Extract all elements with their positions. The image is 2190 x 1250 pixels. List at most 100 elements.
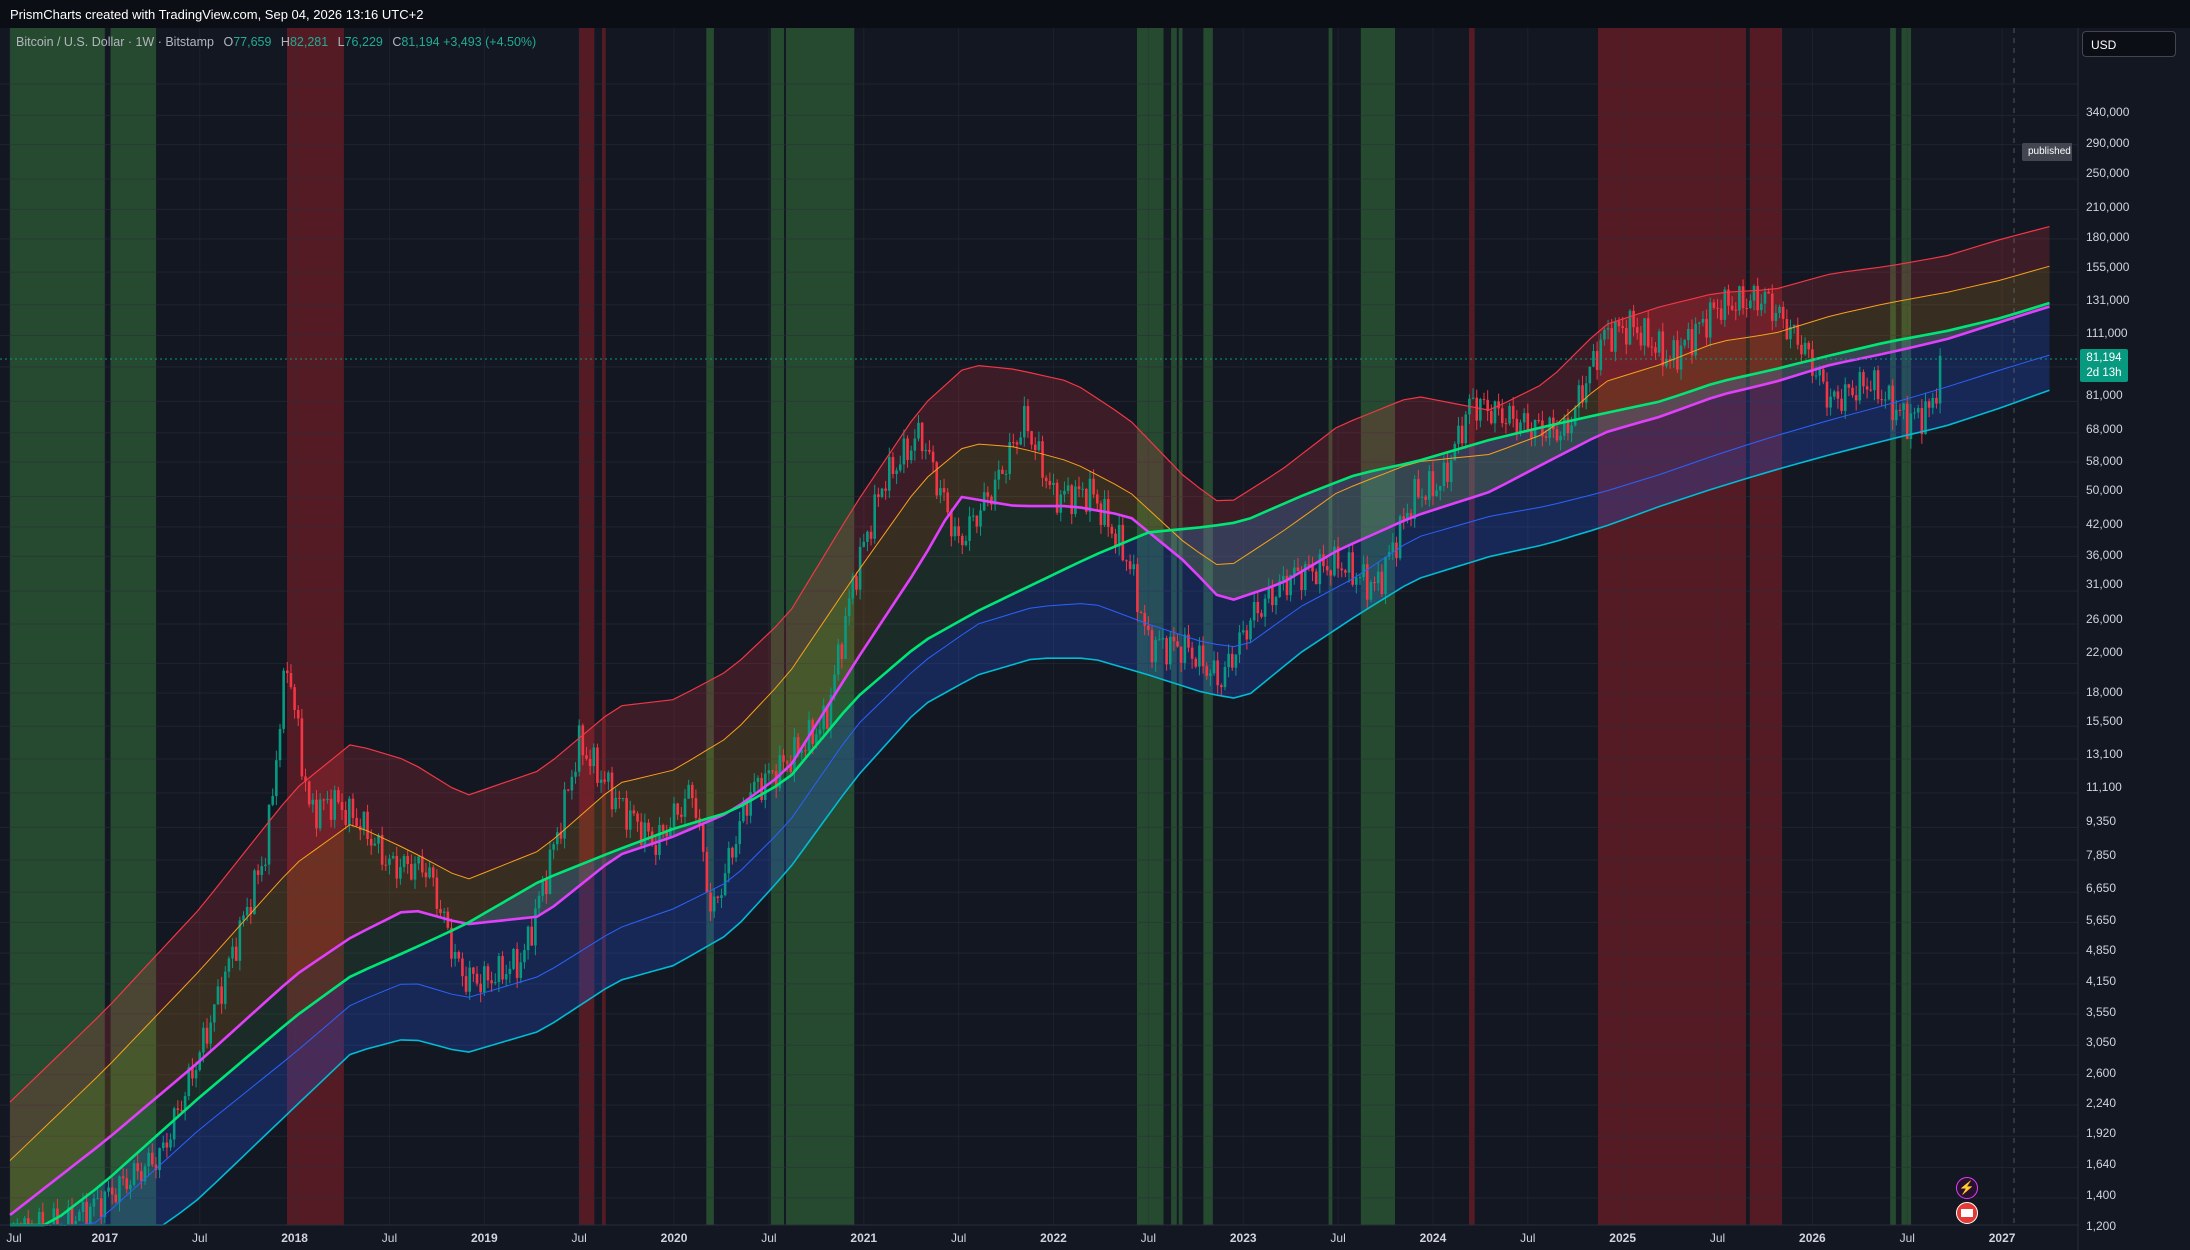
low-key: L <box>337 35 345 49</box>
candle-body-117 <box>435 877 439 909</box>
candle-body-78 <box>293 687 296 711</box>
candle-body-445 <box>1632 310 1635 328</box>
candle-body-397 <box>1457 425 1460 444</box>
candle-body-452 <box>1657 331 1661 353</box>
candle-body-495 <box>1814 375 1818 377</box>
candle-body-75 <box>282 670 285 729</box>
candle-body-208 <box>767 770 771 774</box>
candle-body-141 <box>523 950 526 963</box>
candle-body-170 <box>628 810 632 830</box>
time-tick-label: Jul <box>1520 1231 1536 1245</box>
price-tick-label: 155,000 <box>2086 259 2130 274</box>
candle-body-104 <box>388 858 391 865</box>
candle-body-367 <box>1347 552 1351 573</box>
candle-body-389 <box>1427 471 1431 500</box>
candle-body-32 <box>125 1178 129 1190</box>
candle-body-92 <box>344 809 347 826</box>
candle-body-258 <box>950 512 953 537</box>
price-tick-label: 50,000 <box>2086 483 2123 498</box>
candle-body-443 <box>1625 327 1628 345</box>
candle-body-240 <box>884 488 887 491</box>
candle-body-441 <box>1617 321 1621 327</box>
candle-body-174 <box>643 822 647 845</box>
candle-body-403 <box>1479 399 1482 421</box>
candle-body-527 <box>1931 397 1935 408</box>
published-tag[interactable]: published k <box>2022 143 2072 161</box>
candle-body-248 <box>913 438 917 451</box>
candle-body-238 <box>877 494 880 497</box>
candle-body-249 <box>917 422 920 439</box>
candle-body-165 <box>610 772 614 810</box>
candle-body-333 <box>1223 667 1227 688</box>
candle-body-106 <box>395 855 399 879</box>
symbol-name[interactable]: Bitcoin / U.S. Dollar · 1W · Bitstamp <box>16 35 214 49</box>
candle-body-88 <box>329 798 333 820</box>
candle-body-402 <box>1475 397 1479 421</box>
candle-body-236 <box>869 531 873 539</box>
candle-body-20 <box>81 1201 85 1212</box>
candle-body-398 <box>1460 425 1464 444</box>
candle-body-197 <box>727 847 731 874</box>
candle-body-139 <box>515 948 519 979</box>
candle-body-105 <box>391 855 395 859</box>
candle-body-407 <box>1493 401 1497 424</box>
candle-body-24 <box>96 1198 99 1200</box>
candle-body-474 <box>1738 286 1741 311</box>
candle-body-196 <box>723 873 727 896</box>
candle-body-298 <box>1095 494 1099 504</box>
candle-body-68 <box>256 870 260 875</box>
price-tick-label: 131,000 <box>2086 293 2130 308</box>
candle-body-72 <box>271 796 274 805</box>
candle-body-437 <box>1603 329 1606 340</box>
candle-body-466 <box>1708 302 1712 338</box>
candle-body-335 <box>1230 653 1234 668</box>
candle-body-342 <box>1256 601 1260 614</box>
candle-body-502 <box>1840 398 1843 411</box>
candle-body-391 <box>1435 490 1438 496</box>
candle-body-160 <box>592 747 596 767</box>
time-tick-label: 2026 <box>1799 1231 1826 1245</box>
flag-icon[interactable] <box>1956 1202 1978 1224</box>
candle-body-108 <box>402 856 406 868</box>
candle-body-230 <box>847 598 851 616</box>
candle-body-22 <box>88 1206 92 1225</box>
candle-body-476 <box>1745 308 1749 310</box>
candle-body-51 <box>194 1070 198 1079</box>
price-tick-label: 42,000 <box>2086 517 2123 532</box>
candle-body-377 <box>1384 556 1387 595</box>
change-value: +3,493 (+4.50%) <box>443 35 537 49</box>
candle-body-498 <box>1825 381 1829 408</box>
candle-body-379 <box>1391 542 1395 553</box>
candle-body-520 <box>1905 403 1909 440</box>
candle-body-275 <box>1012 442 1015 444</box>
time-tick-label: Jul <box>1899 1231 1915 1245</box>
price-chart[interactable] <box>0 28 2190 1250</box>
candle-body-61 <box>231 946 234 959</box>
candle-body-353 <box>1296 567 1300 571</box>
price-tick-label: 1,400 <box>2086 1188 2117 1203</box>
lightning-icon[interactable]: ⚡ <box>1956 1177 1978 1199</box>
candle-body-369 <box>1355 577 1358 585</box>
time-tick-label: 2021 <box>850 1231 878 1245</box>
candle-body-399 <box>1464 414 1468 444</box>
price-tick-label: 2,240 <box>2086 1095 2117 1110</box>
candle-body-114 <box>424 872 428 878</box>
candle-body-162 <box>599 779 603 783</box>
candle-body-508 <box>1862 372 1865 387</box>
candle-body-142 <box>526 926 530 951</box>
candle-body-496 <box>1818 369 1821 376</box>
candle-body-167 <box>618 797 621 799</box>
candle-body-133 <box>493 982 497 984</box>
candle-body-316 <box>1161 638 1165 640</box>
candle-body-338 <box>1241 630 1245 633</box>
candle-body-450 <box>1650 346 1654 348</box>
candle-body-69 <box>260 866 264 875</box>
candle-body-458 <box>1679 345 1683 370</box>
symbol-legend: Bitcoin / U.S. Dollar · 1W · Bitstamp O7… <box>16 35 536 49</box>
candle-body-161 <box>596 747 599 783</box>
candle-body-187 <box>690 784 694 799</box>
time-tick-label: 2023 <box>1229 1231 1257 1245</box>
candle-body-270 <box>993 479 997 505</box>
candle-body-425 <box>1559 435 1562 441</box>
currency-button[interactable]: USD <box>2082 31 2176 57</box>
